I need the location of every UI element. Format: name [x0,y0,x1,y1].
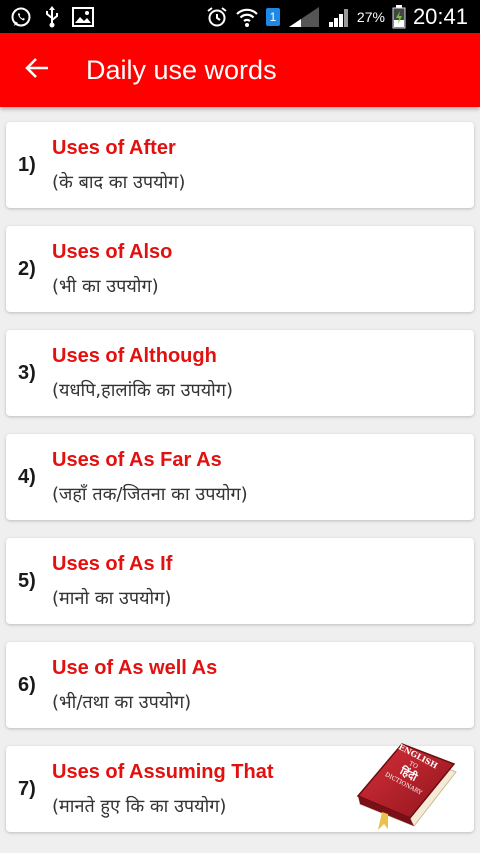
item-subtitle: (मानते हुए कि का उपयोग) [52,796,227,817]
list-item[interactable]: 1) Uses of After (के बाद का उपयोग) [6,122,474,208]
battery-icon [392,5,406,29]
list-item[interactable]: 5) Uses of As If (मानो का उपयोग) [6,538,474,624]
item-title: Uses of Assuming That [52,761,274,783]
status-bar-right: 1 27% 20:41 [206,4,468,30]
list-item[interactable]: 3) Uses of Although (यधपि,हालांकि का उपय… [6,330,474,416]
item-title: Uses of Although [52,345,217,367]
list-item[interactable]: 6) Use of As well As (भी/तथा का उपयोग) [6,642,474,728]
item-number: 6) [18,674,36,696]
status-bar-left [10,5,94,29]
item-number: 3) [18,362,36,384]
item-subtitle: (मानो का उपयोग) [52,588,172,609]
clock-time: 20:41 [412,4,468,29]
usb-icon [44,6,60,28]
list-item[interactable]: 4) Uses of As Far As (जहाँ तक/जितना का उ… [6,434,474,520]
item-subtitle: (यधपि,हालांकि का उपयोग) [52,380,233,401]
item-number: 4) [18,466,36,488]
sim-icon: 1 [265,8,280,26]
signal-icon [287,5,321,29]
app-bar: Daily use words [0,33,480,107]
item-subtitle: (के बाद का उपयोग) [52,172,186,193]
item-title: Uses of After [52,137,176,159]
item-number: 2) [18,258,36,280]
whatsapp-icon [10,6,32,28]
item-number: 7) [18,778,36,800]
battery-percent: 27% [356,9,385,25]
item-title: Uses of As Far As [52,449,222,471]
alarm-icon [206,6,228,28]
page-title: Daily use words [86,55,277,85]
dictionary-book-icon: ENGLISH TO हिंदी DICTIONARY [356,742,457,830]
item-title: Uses of As If [52,553,173,575]
image-icon [72,7,94,27]
item-title: Use of As well As [52,657,218,679]
item-subtitle: (भी का उपयोग) [52,276,159,297]
status-bar: 1 27% 20:41 [0,0,480,33]
item-title: Uses of Also [52,241,173,263]
item-subtitle: (जहाँ तक/जितना का उपयोग) [52,484,248,505]
item-number: 1) [18,154,36,176]
arrow-left-icon [24,57,50,83]
item-number: 5) [18,570,36,592]
back-button[interactable] [20,55,54,85]
signal-icon [328,5,350,29]
list-item[interactable]: 7) Uses of Assuming That (मानते हुए कि क… [6,742,474,832]
wifi-icon [235,6,259,28]
list-item[interactable]: 2) Uses of Also (भी का उपयोग) [6,226,474,312]
item-subtitle: (भी/तथा का उपयोग) [52,692,192,713]
